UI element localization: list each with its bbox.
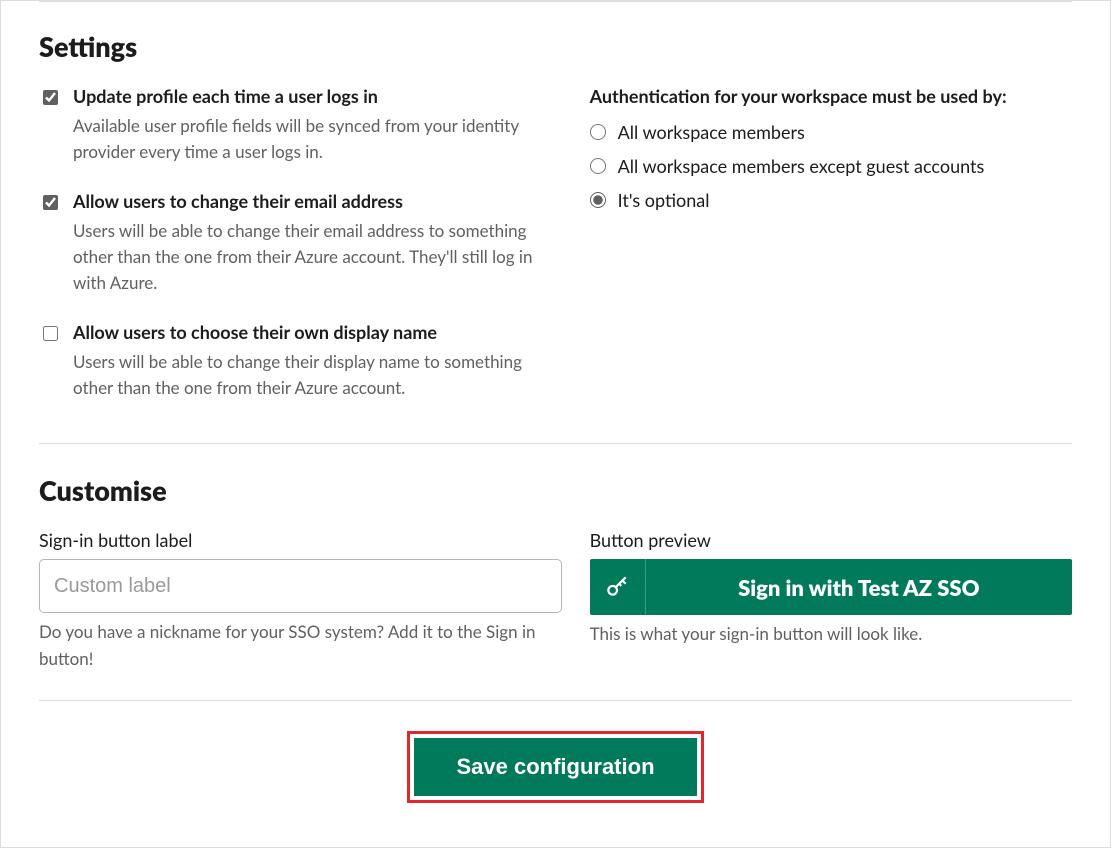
auth-option-label: All workspace members [618,121,805,143]
signin-label-col: Sign-in button label Do you have a nickn… [39,529,562,672]
auth-radio-optional[interactable] [590,192,606,208]
save-configuration-button[interactable]: Save configuration [414,738,696,796]
signin-preview-button: Sign in with Test AZ SSO [590,559,1072,615]
signin-preview-text: Sign in with Test AZ SSO [646,559,1072,615]
setting-display-name-title: Allow users to choose their own display … [73,321,562,343]
settings-columns: Update profile each time a user logs in … [39,85,1072,425]
auth-option-optional[interactable]: It's optional [590,189,1072,211]
setting-display-name-desc: Users will be able to change their displ… [73,349,562,402]
setting-update-profile-title: Update profile each time a user logs in [73,85,562,107]
auth-radio-except-guests[interactable] [590,158,606,174]
setting-change-email-desc: Users will be able to change their email… [73,218,562,297]
save-highlight-box: Save configuration [407,731,703,803]
setting-update-profile: Update profile each time a user logs in … [39,85,562,166]
auth-option-label: It's optional [618,189,710,211]
auth-heading: Authentication for your workspace must b… [590,85,1072,107]
signin-label-input[interactable] [39,559,562,613]
setting-update-profile-desc: Available user profile fields will be sy… [73,113,562,166]
save-row: Save configuration [39,731,1072,803]
auth-radio-all-members[interactable] [590,124,606,140]
customise-columns: Sign-in button label Do you have a nickn… [39,529,1072,672]
setting-display-name-checkbox[interactable] [43,326,58,341]
auth-option-all-members[interactable]: All workspace members [590,121,1072,143]
button-preview-col: Button preview Sign in with Test AZ SSO … [590,529,1072,672]
signin-label-title: Sign-in button label [39,529,562,551]
auth-section: Authentication for your workspace must b… [590,85,1072,425]
divider-mid [39,443,1072,444]
settings-heading: Settings [39,30,1072,63]
divider-bottom [39,700,1072,701]
button-preview-help: This is what your sign-in button will lo… [590,621,1072,647]
settings-list: Update profile each time a user logs in … [39,85,562,425]
divider-top [39,1,1072,2]
signin-label-help: Do you have a nickname for your SSO syst… [39,619,562,672]
customise-heading: Customise [39,474,1072,507]
auth-option-label: All workspace members except guest accou… [618,155,985,177]
auth-option-except-guests[interactable]: All workspace members except guest accou… [590,155,1072,177]
settings-page: Settings Update profile each time a user… [0,0,1111,848]
setting-display-name: Allow users to choose their own display … [39,321,562,402]
setting-change-email-title: Allow users to change their email addres… [73,190,562,212]
customise-section: Customise Sign-in button label Do you ha… [39,474,1072,672]
button-preview-title: Button preview [590,529,1072,551]
key-icon [590,559,646,615]
setting-change-email: Allow users to change their email addres… [39,190,562,297]
setting-change-email-checkbox[interactable] [43,195,58,210]
setting-update-profile-checkbox[interactable] [43,90,58,105]
